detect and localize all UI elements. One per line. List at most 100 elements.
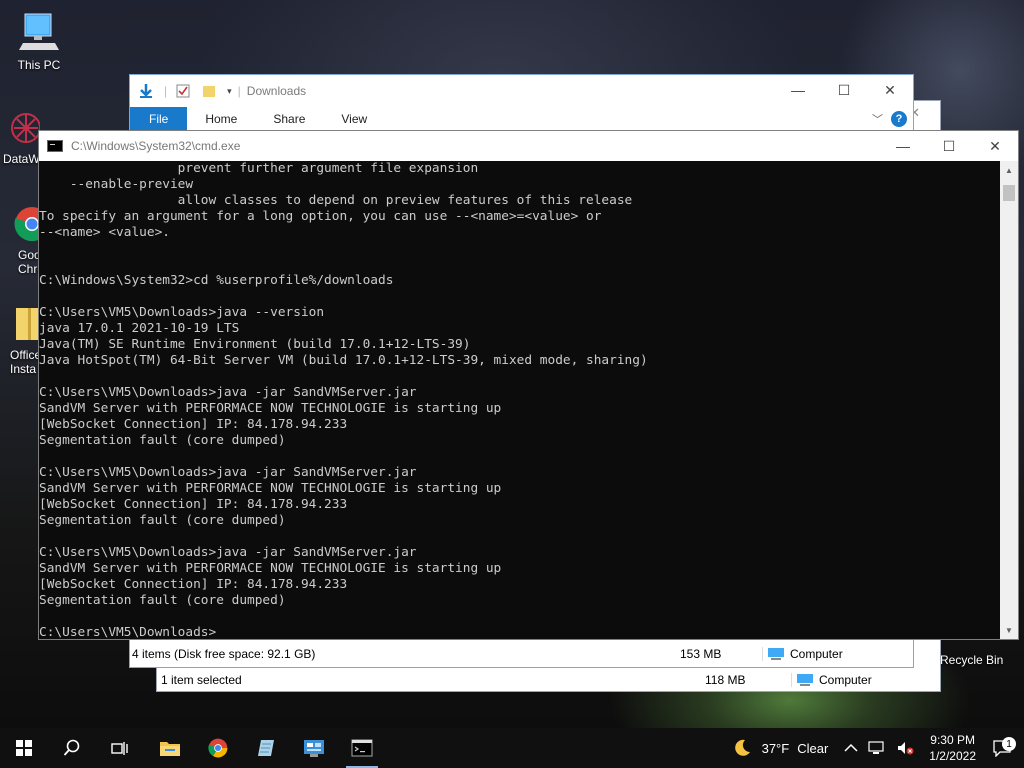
console-line: C:\Users\VM5\Downloads>java -jar SandVMS… — [39, 385, 417, 400]
console-line: SandVM Server with PERFORMACE NOW TECHNO… — [39, 401, 502, 416]
console-line: java 17.0.1 2021-10-19 LTS — [39, 321, 240, 336]
show-hidden-icons-button[interactable] — [839, 743, 863, 753]
status-location: Computer — [762, 647, 843, 661]
status-location-label: Computer — [819, 673, 872, 687]
console-line: C:\Users\VM5\Downloads>java -jar SandVMS… — [39, 545, 417, 560]
tab-view[interactable]: View — [323, 107, 385, 131]
chrome-icon — [14, 207, 40, 242]
expand-ribbon-icon[interactable]: ﹀ — [872, 111, 883, 127]
console-line: prevent further argument file expansion — [39, 161, 479, 176]
tab-file[interactable]: File — [130, 107, 188, 131]
desktop-icon-office-installer[interactable]: Office Insta — [0, 304, 40, 376]
taskbar-file-explorer[interactable] — [146, 728, 194, 768]
minimize-button[interactable]: — — [775, 75, 821, 105]
cmd-window[interactable]: C:\Windows\System32\cmd.exe — ☐ ✕ preven… — [38, 130, 1019, 640]
clock[interactable]: 9:30 PM 1/2/2022 — [919, 732, 986, 764]
desktop-icon-label: This PC — [17, 58, 61, 72]
network-status[interactable] — [863, 740, 891, 756]
download-arrow-icon[interactable] — [138, 83, 154, 99]
desktop-icon-this-pc[interactable]: This PC — [4, 10, 74, 72]
task-view-icon — [111, 742, 128, 755]
vertical-scrollbar[interactable]: ▲ ▼ — [1000, 161, 1018, 639]
weather-widget[interactable]: 37°F Clear — [727, 738, 834, 758]
notepad-icon — [258, 740, 274, 756]
search-icon — [63, 739, 80, 756]
computer-icon — [797, 674, 813, 686]
chrome-icon — [208, 738, 228, 758]
console-output[interactable]: prevent further argument file expansion … — [39, 161, 1000, 639]
console-line: Java(TM) SE Runtime Environment (build 1… — [39, 337, 471, 352]
console-line: Java HotSpot(TM) 64-Bit Server VM (build… — [39, 353, 648, 368]
help-icon[interactable]: ? — [891, 111, 907, 127]
scroll-down-icon[interactable]: ▼ — [1000, 621, 1018, 639]
console-line: --enable-preview — [39, 177, 194, 192]
properties-icon[interactable] — [175, 83, 191, 99]
status-bar: 1 item selected 118 MB Computer — [157, 669, 940, 691]
taskbar-chrome[interactable] — [194, 728, 242, 768]
status-size: 118 MB — [705, 673, 746, 687]
maximize-button[interactable]: ☐ — [926, 131, 972, 161]
console-line: C:\Users\VM5\Downloads>java --version — [39, 305, 325, 320]
window-title: C:\Windows\System32\cmd.exe — [71, 139, 241, 153]
console-line: Segmentation fault (core dumped) — [39, 593, 286, 608]
notification-center-button[interactable]: 1 — [986, 737, 1024, 757]
cmd-titlebar[interactable]: C:\Windows\System32\cmd.exe — ☐ ✕ — [39, 131, 1018, 161]
recycle-bin-label[interactable]: Recycle Bin — [940, 653, 1003, 667]
desktop-icon-label: Office Insta — [10, 348, 40, 376]
console-line: SandVM Server with PERFORMACE NOW TECHNO… — [39, 561, 502, 576]
start-button[interactable] — [0, 728, 48, 768]
windows-logo-icon — [16, 740, 32, 756]
computer-icon — [768, 648, 784, 660]
customize-toolbar-icon[interactable]: ▾ — [227, 86, 232, 97]
scroll-up-icon[interactable]: ▲ — [1000, 161, 1018, 179]
console-line: SandVM Server with PERFORMACE NOW TECHNO… — [39, 481, 502, 496]
desktop-icon-label: DataW — [3, 152, 40, 166]
console-line: C:\Users\VM5\Downloads> — [39, 625, 217, 639]
task-view-button[interactable] — [96, 728, 144, 768]
desktop-icon-google-chrome[interactable]: Goo Chro — [0, 204, 40, 276]
taskbar: 37°F Clear 9:30 PM 1/2/2022 1 — [0, 728, 1024, 768]
weather-temperature: 37°F — [761, 740, 790, 756]
console-line: [WebSocket Connection] IP: 84.178.94.233 — [39, 577, 348, 592]
taskbar-cmd[interactable] — [338, 728, 386, 768]
tab-share[interactable]: Share — [255, 107, 323, 131]
close-button[interactable]: ✕ — [867, 75, 913, 105]
new-folder-icon[interactable] — [201, 83, 217, 99]
search-button[interactable] — [48, 728, 96, 768]
explorer-titlebar[interactable]: | ▾ | Downloads — ☐ ✕ — [130, 75, 913, 107]
clock-time: 9:30 PM — [930, 733, 975, 747]
taskbar-app-control-panel[interactable] — [290, 728, 338, 768]
status-selection: 1 item selected — [161, 673, 242, 687]
computer-icon — [19, 13, 59, 50]
close-button[interactable]: ✕ — [972, 131, 1018, 161]
moon-icon — [734, 739, 750, 756]
notification-count-badge: 1 — [1002, 737, 1016, 751]
network-disconnected-icon — [868, 741, 884, 754]
ribbon-tabs: File Home Share View ﹀ ? — [130, 107, 913, 131]
console-line: C:\Users\VM5\Downloads>java -jar SandVMS… — [39, 465, 417, 480]
tab-home[interactable]: Home — [187, 107, 255, 131]
desktop-icon-dataw[interactable]: DataW — [0, 108, 40, 166]
maximize-button[interactable]: ☐ — [821, 75, 867, 105]
console-line: [WebSocket Connection] IP: 84.178.94.233 — [39, 497, 348, 512]
scrollbar-thumb[interactable] — [1003, 185, 1015, 201]
status-bar: 4 items (Disk free space: 92.1 GB) 153 M… — [130, 641, 913, 667]
minimize-button[interactable]: — — [880, 131, 926, 161]
taskbar-app-notepad[interactable] — [242, 728, 290, 768]
console-line: --<name> <value>. — [39, 225, 170, 240]
dataw-app-icon — [11, 113, 40, 143]
chevron-up-icon — [844, 743, 858, 752]
volume-button[interactable] — [891, 740, 919, 756]
console-line: allow classes to depend on preview featu… — [39, 193, 633, 208]
desktop-icon-label: Goo Chro — [18, 248, 40, 276]
folder-icon — [160, 742, 180, 756]
console-line: [WebSocket Connection] IP: 84.178.94.233 — [39, 417, 348, 432]
status-location-label: Computer — [790, 647, 843, 661]
